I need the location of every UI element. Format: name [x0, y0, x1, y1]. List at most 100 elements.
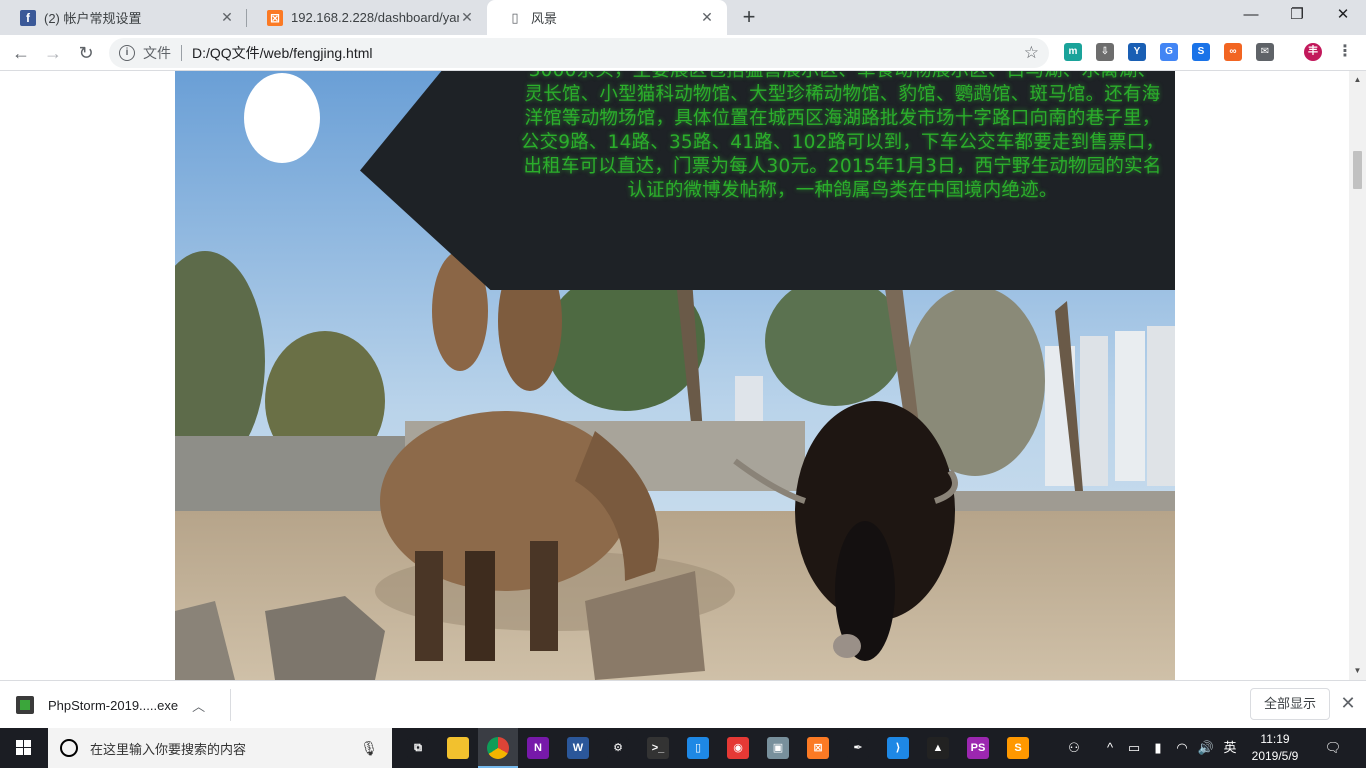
tab-strip: f (2) 帐户常规设置 ✕ ⊠ 192.168.2.228/dashboard… — [0, 0, 1366, 35]
forward-button[interactable]: → — [39, 40, 67, 66]
download-item[interactable]: PhpStorm-2019.....exe ︿ — [16, 689, 205, 721]
search-placeholder[interactable]: 在这里输入你要搜索的内容 — [90, 739, 360, 758]
clock-date: 2019/5/9 — [1251, 749, 1299, 763]
tab-account-settings[interactable]: f (2) 帐户常规设置 ✕ — [0, 0, 247, 35]
scrollbar-thumb[interactable] — [1353, 151, 1362, 189]
ime-indicator[interactable]: 英 — [1220, 728, 1240, 768]
close-icon[interactable]: ✕ — [459, 9, 475, 26]
tab-fengjing[interactable]: ▯ 风景 ✕ — [487, 0, 727, 35]
download-bar: PhpStorm-2019.....exe ︿ 全部显示 ✕ — [0, 680, 1366, 728]
phone-icon: ▯ — [687, 737, 709, 759]
netease-music-icon: ◉ — [727, 737, 749, 759]
document-icon: ▯ — [511, 9, 519, 25]
xampp-icon: ⊠ — [267, 9, 283, 26]
notification-icon[interactable]: 🗨 — [1322, 728, 1344, 768]
page-viewport: 3000余头，主要展区包括猛兽展示区、草食动物展示区、白马湖、水禽湖、灵长馆、小… — [0, 71, 1366, 680]
windows-taskbar: 在这里输入你要搜索的内容 🎙 ⧉ N W ⚙ >_ ▯ ◉ ▣ ⊠ ✒ ⟩ ▲ PS S ⚇ ^ ▭ ▮ … — [0, 728, 1366, 768]
close-icon[interactable]: ✕ — [219, 9, 235, 26]
wifi-icon[interactable]: ◠ — [1172, 728, 1192, 768]
photos-taskbar-button[interactable]: ▲ — [918, 728, 958, 768]
cortana-icon — [60, 739, 78, 757]
s-extension-icon[interactable]: S — [1192, 43, 1210, 61]
tablet-icon[interactable]: ▭ — [1124, 728, 1144, 768]
tab-title: (2) 帐户常规设置 — [44, 11, 142, 26]
pen-taskbar-button[interactable]: ✒ — [838, 728, 878, 768]
battery-icon[interactable]: ▮ — [1148, 728, 1168, 768]
terminal-icon: >_ — [647, 737, 669, 759]
task-view-taskbar-button[interactable]: ⧉ — [398, 728, 438, 768]
settings-icon: ⚙ — [607, 737, 629, 759]
clock[interactable]: 11:19 2019/5/9 — [1242, 731, 1308, 765]
taskbar-search[interactable]: 在这里输入你要搜索的内容 🎙 — [48, 728, 392, 768]
reload-button[interactable]: ↻ — [72, 40, 100, 66]
tab-title: 192.168.2.228/dashboard/yan — [291, 10, 459, 25]
more-menu-icon[interactable]: ⋮ — [1336, 43, 1354, 61]
bookmark-star-icon[interactable]: ☆ — [1024, 43, 1039, 63]
xampp-taskbar-button[interactable]: ⊠ — [798, 728, 838, 768]
terminal-taskbar-button[interactable]: >_ — [638, 728, 678, 768]
scroll-up-icon[interactable]: ▲ — [1349, 75, 1366, 84]
photo-viewer-icon: ▣ — [767, 737, 789, 759]
word-icon: W — [567, 737, 589, 759]
m-extension-icon[interactable]: m — [1064, 43, 1082, 61]
security-chip[interactable]: 文件 — [143, 43, 171, 63]
vscode-icon: ⟩ — [887, 737, 909, 759]
file-explorer-icon — [447, 737, 469, 759]
chrome-taskbar-button[interactable] — [478, 728, 518, 768]
phpstorm-taskbar-button[interactable]: PS — [958, 728, 998, 768]
chevron-up-icon[interactable]: ︿ — [192, 696, 205, 715]
task-view-icon: ⧉ — [407, 737, 429, 759]
tab-title: 风景 — [531, 11, 558, 26]
chrome-icon — [487, 737, 509, 759]
address-bar[interactable]: i 文件 D:/QQ文件/web/fengjing.html ☆ — [109, 38, 1049, 68]
windows-logo-icon — [16, 740, 31, 755]
sublime-icon: S — [1007, 737, 1029, 759]
pen-icon: ✒ — [847, 737, 869, 759]
photos-icon: ▲ — [927, 737, 949, 759]
new-tab-button[interactable]: + — [738, 5, 760, 29]
facebook-icon: f — [20, 9, 36, 26]
onenote-icon: N — [527, 737, 549, 759]
download-extension-icon[interactable]: ⇩ — [1096, 43, 1114, 61]
url-text[interactable]: D:/QQ文件/web/fengjing.html — [192, 43, 1024, 63]
start-button[interactable] — [0, 728, 48, 768]
close-download-bar-icon[interactable]: ✕ — [1338, 693, 1358, 714]
file-explorer-taskbar-button[interactable] — [438, 728, 478, 768]
y-extension-icon[interactable]: Y — [1128, 43, 1146, 61]
sublime-taskbar-button[interactable]: S — [998, 728, 1038, 768]
info-panel: 3000余头，主要展区包括猛兽展示区、草食动物展示区、白马湖、水禽湖、灵长馆、小… — [360, 71, 1175, 290]
phone-taskbar-button[interactable]: ▯ — [678, 728, 718, 768]
xampp-icon: ⊠ — [807, 737, 829, 759]
maximize-button[interactable]: ❐ — [1274, 0, 1320, 32]
settings-taskbar-button[interactable]: ⚙ — [598, 728, 638, 768]
back-button[interactable]: ← — [7, 40, 35, 66]
minimize-button[interactable]: — — [1228, 0, 1274, 32]
people-icon[interactable]: ⚇ — [1062, 728, 1086, 768]
volume-icon[interactable]: 🔊 — [1196, 728, 1216, 768]
vscode-taskbar-button[interactable]: ⟩ — [878, 728, 918, 768]
profile-avatar[interactable]: 丰 — [1304, 43, 1322, 61]
omnibox-divider — [181, 45, 182, 61]
clock-time: 11:19 — [1260, 732, 1290, 746]
mail-extension-icon[interactable]: ✉ — [1256, 43, 1274, 61]
microphone-icon[interactable]: 🎙 — [360, 740, 378, 757]
infinity-extension-icon[interactable]: ∞ — [1224, 43, 1242, 61]
netease-music-taskbar-button[interactable]: ◉ — [718, 728, 758, 768]
photo-viewer-taskbar-button[interactable]: ▣ — [758, 728, 798, 768]
show-all-button[interactable]: 全部显示 — [1250, 688, 1330, 720]
info-icon[interactable]: i — [119, 45, 135, 61]
chevron-up-icon[interactable]: ^ — [1100, 728, 1120, 768]
tab-dashboard[interactable]: ⊠ 192.168.2.228/dashboard/yan ✕ — [247, 0, 487, 35]
onenote-taskbar-button[interactable]: N — [518, 728, 558, 768]
scroll-down-icon[interactable]: ▼ — [1349, 666, 1366, 675]
browser-toolbar: ← → ↻ i 文件 D:/QQ文件/web/fengjing.html ☆ m… — [0, 35, 1366, 71]
page-scrollbar[interactable]: ▲ ▼ — [1349, 71, 1366, 680]
download-file-name[interactable]: PhpStorm-2019.....exe — [48, 698, 178, 713]
close-window-button[interactable]: ✕ — [1320, 0, 1366, 32]
word-taskbar-button[interactable]: W — [558, 728, 598, 768]
translate-extension-icon[interactable]: G — [1160, 43, 1178, 61]
phpstorm-icon: PS — [967, 737, 989, 759]
installer-file-icon — [16, 696, 34, 714]
close-icon[interactable]: ✕ — [699, 9, 715, 26]
info-text: 3000余头，主要展区包括猛兽展示区、草食动物展示区、白马湖、水禽湖、灵长馆、小… — [520, 71, 1165, 201]
